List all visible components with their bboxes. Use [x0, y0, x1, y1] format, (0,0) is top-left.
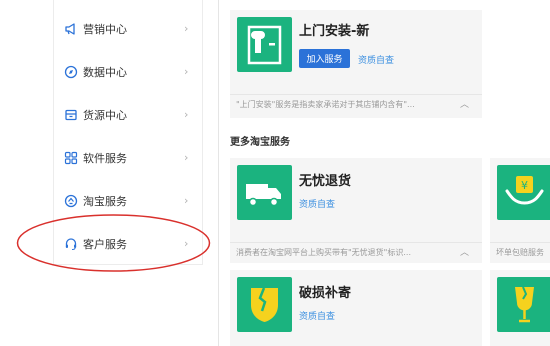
service-card-damage-compensation: ¥ 坏单包赔服务 — [490, 158, 550, 263]
install-service-tile — [237, 17, 292, 72]
resend-service-tile — [237, 277, 292, 332]
sidebar: 营销中心 › 数据中心 › 货源中心 › 软件服务 › 淘宝服务 › 客户服务 … — [53, 0, 203, 265]
return-service-tile — [237, 165, 292, 220]
collapse-caret-icon[interactable]: ︿ — [460, 97, 469, 110]
megaphone-icon — [64, 22, 78, 36]
broken-shield-icon — [251, 287, 278, 322]
sidebar-item-marketing-center[interactable]: 营销中心 › — [54, 7, 204, 50]
compensation-service-tile: ¥ — [497, 165, 550, 220]
service-description: "上门安装"服务是指卖家承诺对于其店铺内含有"... — [236, 100, 415, 109]
collapse-caret-icon[interactable]: ︿ — [460, 245, 469, 258]
join-service-button[interactable]: 加入服务 — [299, 49, 350, 68]
delivery-truck-icon — [246, 184, 281, 207]
content-divider — [218, 0, 219, 346]
service-title: 上门安装-新 — [299, 24, 370, 39]
sidebar-item-supply-center[interactable]: 货源中心 › — [54, 93, 204, 136]
chevron-right-icon: › — [184, 194, 189, 207]
svg-text:¥: ¥ — [521, 179, 528, 192]
sidebar-item-data-center[interactable]: 数据中心 › — [54, 50, 204, 93]
service-card-home-installation: 上门安装-新 加入服务 资质自查 "上门安装"服务是指卖家承诺对于其店铺内含有"… — [230, 10, 482, 118]
service-title: 无忧退货 — [299, 174, 352, 189]
sidebar-item-label: 软件服务 — [83, 151, 127, 165]
service-description-row: 消费者在淘宝网平台上购买带有"无忧退货"标识... ︿ — [230, 242, 482, 261]
headset-icon — [64, 237, 78, 251]
service-card-partial — [490, 270, 550, 346]
sidebar-item-software-services[interactable]: 软件服务 › — [54, 136, 204, 179]
service-title: 破损补寄 — [299, 286, 352, 301]
broken-glass-icon — [515, 286, 534, 323]
service-description: 坏单包赔服务 — [496, 248, 544, 257]
sidebar-item-label: 数据中心 — [83, 65, 127, 79]
wrench-door-icon — [247, 25, 282, 65]
chevron-right-icon: › — [184, 108, 189, 121]
chevron-right-icon: › — [184, 237, 189, 250]
service-description: 消费者在淘宝网平台上购买带有"无忧退货"标识... — [236, 248, 411, 257]
sidebar-item-label: 营销中心 — [83, 22, 127, 36]
sidebar-item-label: 淘宝服务 — [83, 194, 127, 208]
tao-icon — [64, 194, 78, 208]
compass-icon — [64, 65, 78, 79]
box-icon — [64, 108, 78, 122]
service-description-row: "上门安装"服务是指卖家承诺对于其店铺内含有"... ︿ — [230, 94, 482, 113]
sidebar-item-customer-service[interactable]: 客户服务 › — [54, 222, 204, 265]
chevron-right-icon: › — [184, 65, 189, 78]
qualification-check-link[interactable]: 资质自查 — [358, 53, 394, 66]
sidebar-item-label: 客户服务 — [83, 237, 127, 251]
qualification-check-link[interactable]: 资质自查 — [299, 197, 335, 210]
chevron-right-icon: › — [184, 22, 189, 35]
service-card-damage-resend: 破损补寄 资质自查 — [230, 270, 482, 346]
yuan-hands-icon: ¥ — [505, 176, 544, 205]
qualification-check-link[interactable]: 资质自查 — [299, 309, 335, 322]
grid-icon — [64, 151, 78, 165]
section-title-more-services: 更多淘宝服务 — [230, 137, 290, 148]
service-card-worry-free-return: 无忧退货 资质自查 消费者在淘宝网平台上购买带有"无忧退货"标识... ︿ — [230, 158, 482, 263]
chevron-right-icon: › — [184, 151, 189, 164]
service-description-row: 坏单包赔服务 — [490, 242, 550, 261]
sidebar-item-label: 货源中心 — [83, 108, 127, 122]
fragile-service-tile — [497, 277, 550, 332]
sidebar-item-taobao-services[interactable]: 淘宝服务 › — [54, 179, 204, 222]
